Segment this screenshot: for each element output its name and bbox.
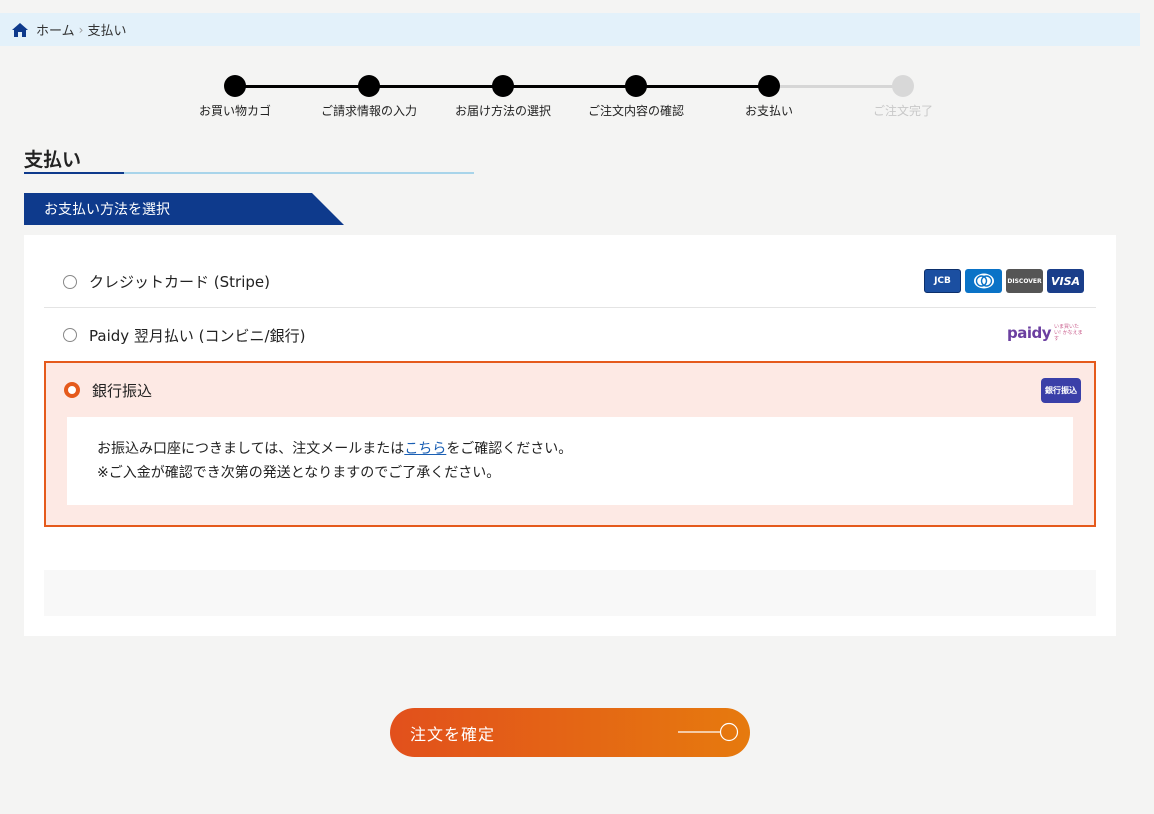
bank-transfer-label: 銀行振込 bbox=[92, 381, 153, 400]
discover-logo: DISCOVER bbox=[1006, 269, 1043, 293]
checkout-progress: お買い物カゴ ご請求情報の入力 お届け方法の選択 ご注文内容の確認 お支払い ご… bbox=[168, 74, 968, 124]
breadcrumb: ホーム › 支払い bbox=[0, 13, 1140, 46]
diners-icon bbox=[973, 273, 994, 289]
step-payment: お支払い bbox=[699, 74, 839, 119]
breadcrumb-current: 支払い bbox=[87, 24, 127, 39]
bank-account-link[interactable]: こちら bbox=[404, 441, 446, 457]
bank-info-text: お振込み口座につきましては、注文メールまたは bbox=[97, 441, 405, 457]
step-dot bbox=[358, 75, 380, 97]
bank-info-text: をご確認ください。 bbox=[446, 441, 573, 457]
title-underline-accent bbox=[24, 172, 124, 174]
breadcrumb-separator: › bbox=[78, 22, 84, 37]
step-dot bbox=[892, 75, 914, 97]
confirm-order-label: 注文を確定 bbox=[410, 724, 496, 744]
step-dot bbox=[492, 75, 514, 97]
paidy-radio[interactable] bbox=[63, 328, 77, 342]
step-label: お支払い bbox=[744, 104, 793, 118]
payment-option-credit-card[interactable]: クレジットカード (Stripe) JCB DISCOVER VISA bbox=[44, 256, 1096, 308]
paidy-wordmark: paidy bbox=[1006, 324, 1052, 342]
paidy-label: Paidy 翌月払い (コンビニ/銀行) bbox=[89, 326, 306, 345]
arrow-circle-icon bbox=[678, 722, 739, 742]
step-dot bbox=[625, 75, 647, 97]
step-label: お買い物カゴ bbox=[198, 104, 271, 118]
paidy-tagline: いま買いたい! かなえます bbox=[1054, 324, 1083, 342]
home-icon[interactable] bbox=[12, 22, 28, 37]
step-cart: お買い物カゴ bbox=[165, 74, 305, 119]
bank-transfer-header[interactable]: 銀行振込 bbox=[46, 363, 1094, 417]
bank-transfer-info: お振込み口座につきましては、注文メールまたはこちらをご確認ください。 ※ご入金が… bbox=[67, 417, 1073, 505]
step-label: ご注文内容の確認 bbox=[587, 104, 684, 118]
payment-option-paidy[interactable]: Paidy 翌月払い (コンビニ/銀行) paidy いま買いたい! かなえます bbox=[44, 309, 1096, 361]
paidy-logo: paidy いま買いたい! かなえます bbox=[1007, 324, 1084, 342]
payment-methods-panel: クレジットカード (Stripe) JCB DISCOVER VISA Paid… bbox=[24, 235, 1116, 636]
page-title: 支払い bbox=[24, 149, 82, 171]
bank-transfer-badge: 銀行振込 bbox=[1041, 378, 1081, 403]
credit-card-label: クレジットカード (Stripe) bbox=[89, 273, 270, 291]
credit-card-radio[interactable] bbox=[63, 274, 77, 289]
payment-option-bank-transfer[interactable]: 銀行振込 銀行振込 お振込み口座につきましては、注文メールまたはこちらをご確認く… bbox=[44, 361, 1096, 527]
step-confirm: ご注文内容の確認 bbox=[566, 74, 706, 119]
payment-extra-area bbox=[44, 570, 1096, 616]
bank-info-line2: ※ご入金が確認でき次第の発送となりますのでご了承ください。 bbox=[97, 465, 501, 481]
section-heading: お支払い方法を選択 bbox=[24, 193, 344, 225]
step-label: ご請求情報の入力 bbox=[320, 104, 417, 118]
step-complete: ご注文完了 bbox=[833, 74, 973, 119]
step-billing: ご請求情報の入力 bbox=[299, 74, 439, 119]
bank-info-line1: お振込み口座につきましては、注文メールまたはこちらをご確認ください。 bbox=[97, 437, 1043, 461]
step-shipping: お届け方法の選択 bbox=[433, 74, 573, 119]
visa-logo: VISA bbox=[1047, 269, 1084, 293]
step-dot bbox=[224, 75, 246, 97]
jcb-logo: JCB bbox=[924, 269, 961, 293]
card-brand-logos: JCB DISCOVER VISA bbox=[924, 269, 1084, 293]
bank-transfer-radio[interactable] bbox=[64, 382, 80, 398]
confirm-order-button[interactable]: 注文を確定 bbox=[390, 708, 750, 757]
step-label: ご注文完了 bbox=[872, 104, 933, 118]
step-dot bbox=[758, 75, 780, 97]
breadcrumb-home-link[interactable]: ホーム bbox=[36, 20, 75, 39]
step-label: お届け方法の選択 bbox=[454, 104, 551, 118]
diners-logo bbox=[965, 269, 1002, 293]
